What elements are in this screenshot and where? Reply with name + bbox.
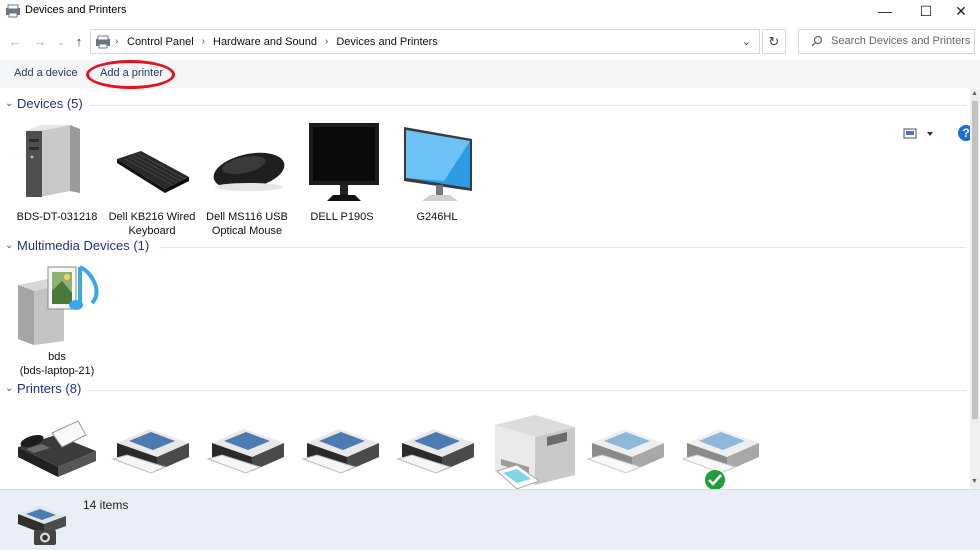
address-field[interactable]: › Control Panel › Hardware and Sound › D… [90, 29, 760, 54]
breadcrumb-control-panel[interactable]: Control Panel [127, 36, 194, 48]
device-item-g246hl[interactable]: G246HL [392, 121, 482, 224]
group-header-printers[interactable]: ⌄ Printers (8) [0, 380, 966, 400]
up-arrow-icon[interactable]: ↑ [70, 34, 88, 49]
media-server-icon [18, 265, 99, 345]
vertical-scrollbar[interactable]: ▲ ▼ [970, 89, 980, 489]
device-label: Dell KB216 Wired Keyboard [108, 211, 196, 237]
printer-icon [111, 429, 189, 474]
group-title-devices: Devices (5) [17, 96, 83, 111]
search-input[interactable] [831, 35, 971, 47]
device-item-keyboard[interactable]: Dell KB216 Wired Keyboard [107, 121, 197, 238]
printer-item-multifunction[interactable] [487, 407, 577, 489]
group-title-printers: Printers (8) [17, 381, 82, 396]
address-dropdown-chevron-icon[interactable]: ⌄ [742, 35, 751, 48]
control-panel-icon [96, 35, 110, 49]
group-divider [88, 390, 966, 391]
maximize-icon: ☐ [919, 2, 933, 19]
device-label: BDS-DT-031218 [16, 211, 98, 223]
group-header-multimedia[interactable]: ⌄ Multimedia Devices (1) [0, 237, 966, 257]
printer-icon [301, 429, 379, 474]
fax-icon [18, 420, 96, 477]
recent-locations-chevron-icon[interactable]: ⌄ [52, 37, 70, 48]
breadcrumb-hardware-and-sound[interactable]: Hardware and Sound [213, 36, 317, 48]
breadcrumb-separator-icon[interactable]: › [202, 36, 205, 48]
close-button[interactable]: ✕ [938, 0, 980, 22]
printer-icon [396, 429, 474, 474]
mouse-icon [213, 152, 285, 191]
device-item-dell-p190s[interactable]: DELL P190S [297, 121, 387, 224]
printer-item[interactable] [582, 407, 672, 489]
scroll-up-icon[interactable]: ▲ [971, 90, 978, 97]
refresh-icon: ↻ [768, 33, 780, 49]
breadcrumb: Control Panel › Hardware and Sound › Dev… [127, 36, 438, 48]
device-item-bds-dt-031218[interactable]: BDS-DT-031218 [12, 121, 102, 224]
device-label: bds (bds-laptop-21) [19, 351, 95, 377]
search-box[interactable] [798, 29, 975, 54]
collapse-chevron-icon[interactable]: ⌄ [5, 383, 13, 394]
keyboard-icon [117, 151, 189, 193]
multimedia-item-bds[interactable]: bds (bds-laptop-21) [12, 261, 102, 378]
device-label: Dell MS116 USB Optical Mouse [206, 211, 288, 237]
printer-item[interactable] [107, 407, 197, 489]
multifunction-printer-icon [495, 415, 575, 489]
printer-item-default[interactable] [677, 407, 767, 489]
group-divider [160, 247, 966, 248]
search-icon [811, 35, 823, 47]
window-title: Devices and Printers [25, 4, 127, 16]
printer-icon [681, 429, 759, 489]
devices-view: ⌄ Devices (5) BDS-DT-031218 Dell KB216 W… [0, 89, 970, 489]
group-title-multimedia: Multimedia Devices (1) [17, 238, 150, 253]
item-count: 14 items [83, 498, 129, 512]
close-icon: ✕ [955, 2, 967, 19]
highlight-oval-annotation [86, 60, 175, 89]
minimize-icon: — [878, 3, 892, 19]
refresh-button[interactable]: ↻ [762, 29, 786, 54]
devices-printers-large-icon [18, 506, 66, 545]
monitor-icon [404, 127, 472, 201]
collapse-chevron-icon[interactable]: ⌄ [5, 240, 13, 251]
title-bar: Devices and Printers — ☐ ✕ [0, 0, 980, 24]
printer-item-fax[interactable] [12, 407, 102, 489]
devices-printers-app-icon [6, 4, 20, 18]
address-bar: ← → ⌄ ↑ › Control Panel › Hardware and S… [0, 28, 980, 56]
device-label: DELL P190S [310, 211, 374, 223]
printer-icon [206, 429, 284, 474]
desktop-tower-icon [26, 125, 80, 197]
printer-item[interactable] [202, 407, 292, 489]
breadcrumb-separator-icon[interactable]: › [325, 36, 328, 48]
device-item-mouse[interactable]: Dell MS116 USB Optical Mouse [202, 121, 292, 238]
breadcrumb-root-chevron-icon[interactable]: › [115, 36, 118, 47]
group-header-devices[interactable]: ⌄ Devices (5) [0, 95, 966, 115]
device-label: G246HL [416, 211, 458, 223]
add-device-button[interactable]: Add a device [14, 67, 78, 79]
group-divider [90, 105, 966, 106]
collapse-chevron-icon[interactable]: ⌄ [5, 98, 13, 109]
printer-icon [586, 429, 664, 474]
minimize-button[interactable]: — [862, 0, 908, 22]
scrollbar-thumb[interactable] [972, 101, 978, 419]
breadcrumb-devices-and-printers[interactable]: Devices and Printers [336, 36, 438, 48]
details-pane: 14 items [0, 489, 980, 550]
printer-item[interactable] [297, 407, 387, 489]
back-arrow-icon[interactable]: ← [6, 34, 24, 49]
printer-item[interactable] [392, 407, 482, 489]
forward-arrow-icon[interactable]: → [31, 34, 49, 49]
monitor-icon [309, 123, 379, 201]
scroll-down-icon[interactable]: ▼ [971, 478, 978, 485]
